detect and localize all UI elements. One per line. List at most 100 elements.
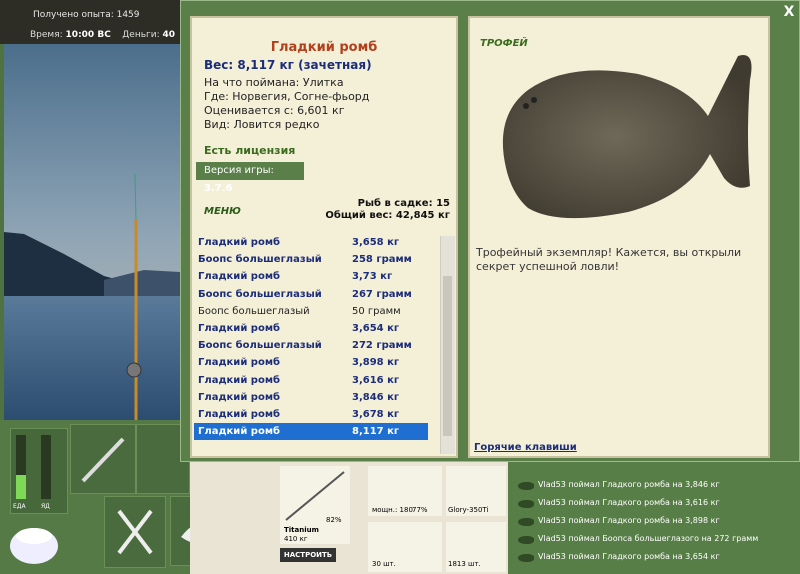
status-bar: Получено опыта: 1459 Время: 10:00 ВС Ден… <box>0 0 180 44</box>
cauldron-icon[interactable] <box>6 516 62 568</box>
fish-value: Оценивается с: 6,601 кг <box>204 104 345 117</box>
catch-row[interactable]: Гладкий ромб 3,616 кг <box>194 372 428 389</box>
catch-fish-name: Боопс большеглазый <box>198 254 322 266</box>
money-value: 40 <box>162 30 176 40</box>
catch-fish-name: Гладкий ромб <box>198 237 280 248</box>
scrollbar-thumb[interactable] <box>443 276 452 436</box>
close-button[interactable]: X <box>780 3 798 21</box>
log-fish-icon <box>518 554 534 562</box>
catch-fish-name: Боопс большеглазый <box>198 305 310 317</box>
rod-percent: 82% <box>326 516 342 524</box>
needs-indicator: ЕДА ЯД <box>10 428 68 514</box>
log-fish-icon <box>518 536 534 544</box>
catch-row[interactable]: Гладкий ромб 8,117 кг <box>194 423 428 441</box>
catch-fish-weight: 258 грамм <box>352 254 412 266</box>
log-fish-icon <box>518 482 534 490</box>
version-badge: Версия игры: 3.7.6 <box>196 162 304 194</box>
catch-fish-name: Гладкий ромб <box>198 391 280 403</box>
catch-row[interactable]: Гладкий ромб 3,654 кг <box>194 320 428 337</box>
cutlery-button[interactable] <box>104 496 166 568</box>
food-level <box>16 475 26 499</box>
version-value: 3.7.6 <box>204 183 233 194</box>
catch-row[interactable]: Боопс большеглазый 258 грамм <box>194 251 428 268</box>
food-label: ЕДА <box>13 503 26 510</box>
reel-power: мощн.: 180 <box>372 506 413 514</box>
food-bar <box>16 435 26 499</box>
catch-row[interactable]: Боопс большеглазый 272 грамм <box>194 337 428 354</box>
catch-fish-weight: 50 грамм <box>352 305 401 317</box>
reel-percent: 77% <box>412 506 428 514</box>
fish-weight: Вес: 8,117 кг (зачетная) <box>204 58 372 72</box>
catch-log: Vlad53 поймал Гладкого ромба на 3,846 кг… <box>508 462 800 574</box>
rod-slot[interactable]: Titanium 410 кг 82% <box>280 466 350 544</box>
catch-row[interactable]: Гладкий ромб 3,73 кг <box>194 268 428 285</box>
line-name: Glory-350Ti <box>448 506 489 514</box>
log-line: Vlad53 поймал Гладкого ромба на 3,616 кг <box>538 498 720 507</box>
catch-fish-weight: 3,658 кг <box>352 237 400 248</box>
fish-bait: На что поймана: Улитка <box>204 76 344 89</box>
line-slot[interactable]: Glory-350Ti <box>446 466 506 516</box>
log-line: Vlad53 поймал Боопса большеглазого на 27… <box>538 534 759 543</box>
catch-row[interactable]: Боопс большеглазый 50 грамм <box>194 303 428 320</box>
time-money: Время: 10:00 ВС Деньги: 40 <box>30 30 175 40</box>
total-weight: Общий вес: 42,845 кг <box>325 210 450 221</box>
catch-fish-weight: 3,616 кг <box>352 374 400 386</box>
bait-count: 1813 шт. <box>448 560 481 568</box>
fish-name: Гладкий ромб <box>270 40 378 55</box>
catch-fish-weight: 8,117 кг <box>352 426 400 438</box>
hook-slot[interactable]: 30 шт. <box>368 522 442 572</box>
log-line: Vlad53 поймал Гладкого ромба на 3,898 кг <box>538 516 720 525</box>
catch-row[interactable]: Гладкий ромб 3,678 кг <box>194 406 428 423</box>
left-tools-panel: ЕДА ЯД <box>0 420 190 574</box>
catch-fish-weight: 3,898 кг <box>352 357 400 369</box>
catch-fish-weight: 3,654 кг <box>352 323 400 334</box>
menu-button[interactable]: МЕНЮ <box>204 206 241 217</box>
reel-slot[interactable]: мощн.: 180 77% <box>368 466 442 516</box>
experience-text: Получено опыта: 1459 <box>33 10 140 20</box>
catch-list[interactable]: Гладкий ромб 3,658 кг Боопс большеглазый 25… <box>194 234 430 454</box>
money-label: Деньги: <box>122 30 160 40</box>
fish-rarity: Вид: Ловится редко <box>204 118 320 131</box>
catch-fish-weight: 3,73 кг <box>352 271 393 283</box>
catch-fish-name: Гладкий ромб <box>198 409 280 420</box>
hotkeys-link[interactable]: Горячие клавиши <box>474 442 577 453</box>
log-fish-icon <box>518 518 534 526</box>
vodka-label: ЯД <box>41 503 50 510</box>
time-label: Время: <box>30 30 63 40</box>
fishing-scene[interactable] <box>4 44 180 420</box>
license-status: Есть лицензия <box>204 144 296 157</box>
time-value: 10:00 ВС <box>65 30 111 40</box>
catch-row[interactable]: Боопс большеглазый 267 грамм <box>194 286 428 303</box>
catch-fish-weight: 272 грамм <box>352 340 412 352</box>
log-line: Vlad53 поймал Гладкого ромба на 3,846 кг <box>538 480 720 489</box>
trophy-panel: ТРОФЕЙ Трофейный экземпляр! Кажется, вы … <box>468 16 770 458</box>
log-fish-icon <box>518 500 534 508</box>
catch-fish-weight: 3,846 кг <box>352 391 400 403</box>
catch-fish-weight: 3,678 кг <box>352 409 400 420</box>
catch-fish-name: Боопс большеглазый <box>198 288 322 300</box>
vodka-bar <box>41 435 51 499</box>
catch-row[interactable]: Гладкий ромб 3,898 кг <box>194 354 428 371</box>
rod-weight: 410 кг <box>284 535 308 543</box>
fish-count: Рыб в садке: 15 <box>357 198 450 209</box>
fish-details-panel: Гладкий ромб Вес: 8,117 кг (зачетная) На… <box>190 16 458 458</box>
hook-count: 30 шт. <box>372 560 396 568</box>
catch-row[interactable]: Гладкий ромб 3,658 кг <box>194 234 428 251</box>
catch-fish-weight: 267 грамм <box>352 288 412 300</box>
catch-row[interactable]: Гладкий ромб 3,846 кг <box>194 389 428 406</box>
catch-fish-name: Гладкий ромб <box>198 323 280 334</box>
catch-fish-name: Гладкий ромб <box>198 426 280 438</box>
rod-name: Titanium <box>284 526 319 534</box>
trophy-text: Трофейный экземпляр! Кажется, вы открыли… <box>476 246 742 273</box>
catch-fish-name: Боопс большеглазый <box>198 340 322 352</box>
version-label: Версия игры: <box>204 165 274 176</box>
rod-tool-button[interactable] <box>70 424 136 494</box>
catch-list-scrollbar[interactable] <box>440 236 455 454</box>
fish-image <box>502 55 752 219</box>
fish-location: Где: Норвегия, Согне-фьорд <box>204 90 370 103</box>
log-line: Vlad53 поймал Гладкого ромба на 3,654 кг <box>538 552 720 561</box>
catch-fish-name: Гладкий ромб <box>198 271 280 283</box>
bait-slot[interactable]: 1813 шт. <box>446 522 506 572</box>
catch-fish-name: Гладкий ромб <box>198 374 280 386</box>
setup-button[interactable]: НАСТРОИТЬ <box>280 548 336 562</box>
